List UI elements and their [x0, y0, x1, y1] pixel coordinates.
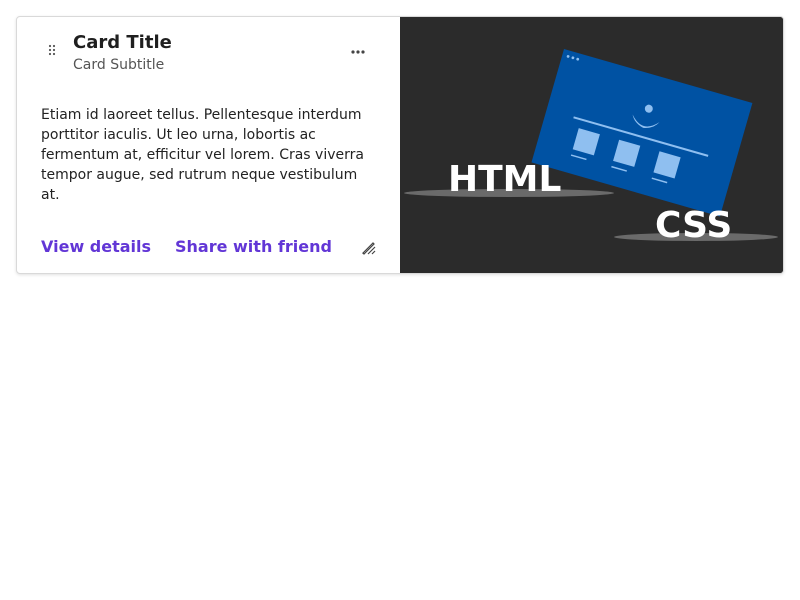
share-with-friend-link[interactable]: Share with friend: [175, 237, 332, 256]
card-media-image: HTML CSS: [400, 17, 783, 273]
more-options-button[interactable]: [345, 37, 371, 63]
card-content: Card Title Card Subtitle Etiam id laoree…: [17, 17, 400, 273]
drag-handle-icon[interactable]: [47, 43, 57, 59]
card-body-text: Etiam id laoreet tellus. Pellentesque in…: [41, 107, 364, 203]
html-css-illustration: HTML CSS: [400, 17, 783, 273]
card: Card Title Card Subtitle Etiam id laoree…: [16, 16, 784, 274]
more-horizontal-icon: [351, 43, 365, 58]
css-label: CSS: [655, 205, 732, 246]
card-subtitle: Card Subtitle: [73, 57, 165, 73]
html-label: HTML: [448, 159, 561, 200]
edit-pencil-icon: [360, 241, 376, 258]
card-title: Card Title: [73, 32, 172, 53]
edit-button[interactable]: [357, 237, 379, 259]
view-details-link[interactable]: View details: [41, 237, 151, 256]
